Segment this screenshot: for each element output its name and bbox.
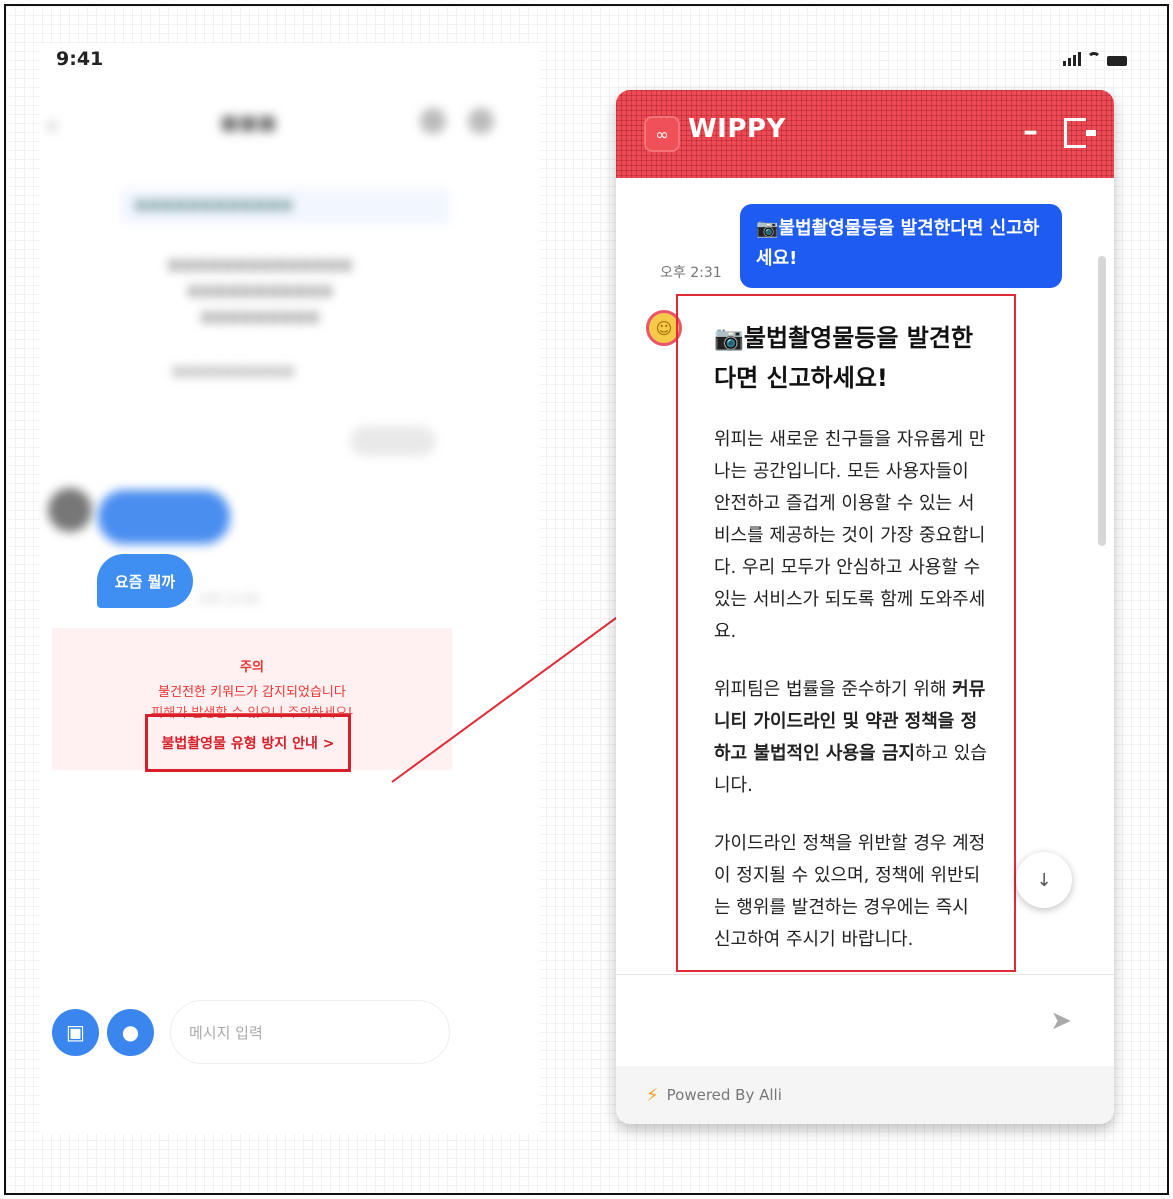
scrollbar[interactable] (1098, 256, 1106, 546)
send-icon[interactable]: ➤ (1050, 1006, 1072, 1036)
bot-paragraph-2: 위피팀은 법률을 준수하기 위해 커뮤니티 가이드라인 및 약관 정책을 정하고… (714, 674, 988, 802)
bot-message-bubble: 📷불법촬영물등을 발견한다면 신고하세요! 위피는 새로운 친구들을 자유롭게 … (676, 294, 1016, 972)
powered-by-footer: ⚡ Powered By Alli (616, 1066, 1114, 1124)
divider (616, 974, 1114, 975)
wippy-logo-icon: ∞ (644, 116, 680, 152)
powered-by-text: Powered By Alli (666, 1086, 782, 1104)
bot-message-title: 📷불법촬영물등을 발견한다면 신고하세요! (714, 324, 974, 392)
bot-paragraph-2-pre: 위피팀은 법률을 준수하기 위해 (714, 679, 953, 700)
widget-header: ∞ WIPPY – (616, 90, 1114, 178)
scroll-down-button[interactable]: ↓ (1016, 852, 1072, 908)
bot-paragraph-1: 위피는 새로운 친구들을 자유롭게 만나는 공간입니다. 모든 사용자들이 안전… (714, 429, 986, 642)
sent-time: 오후 2:31 (660, 265, 722, 281)
user-message-bubble: 📷불법촬영물등을 발견한다면 신고하세요! (740, 204, 1062, 288)
exit-icon[interactable] (1064, 118, 1096, 148)
bot-paragraph-3: 가이드라인 정책을 위반할 경우 계정이 정지될 수 있으며, 정책에 위반되는… (714, 833, 986, 950)
minimize-button[interactable]: – (1023, 114, 1038, 149)
widget-brand: WIPPY (688, 114, 786, 144)
wippy-chat-widget: ∞ WIPPY – 📷불법촬영물등을 발견한다면 신고하세요! 오후 2:31 … (616, 90, 1114, 1124)
bolt-icon: ⚡ (646, 1084, 659, 1106)
arrow-down-icon: ↓ (1036, 869, 1052, 891)
